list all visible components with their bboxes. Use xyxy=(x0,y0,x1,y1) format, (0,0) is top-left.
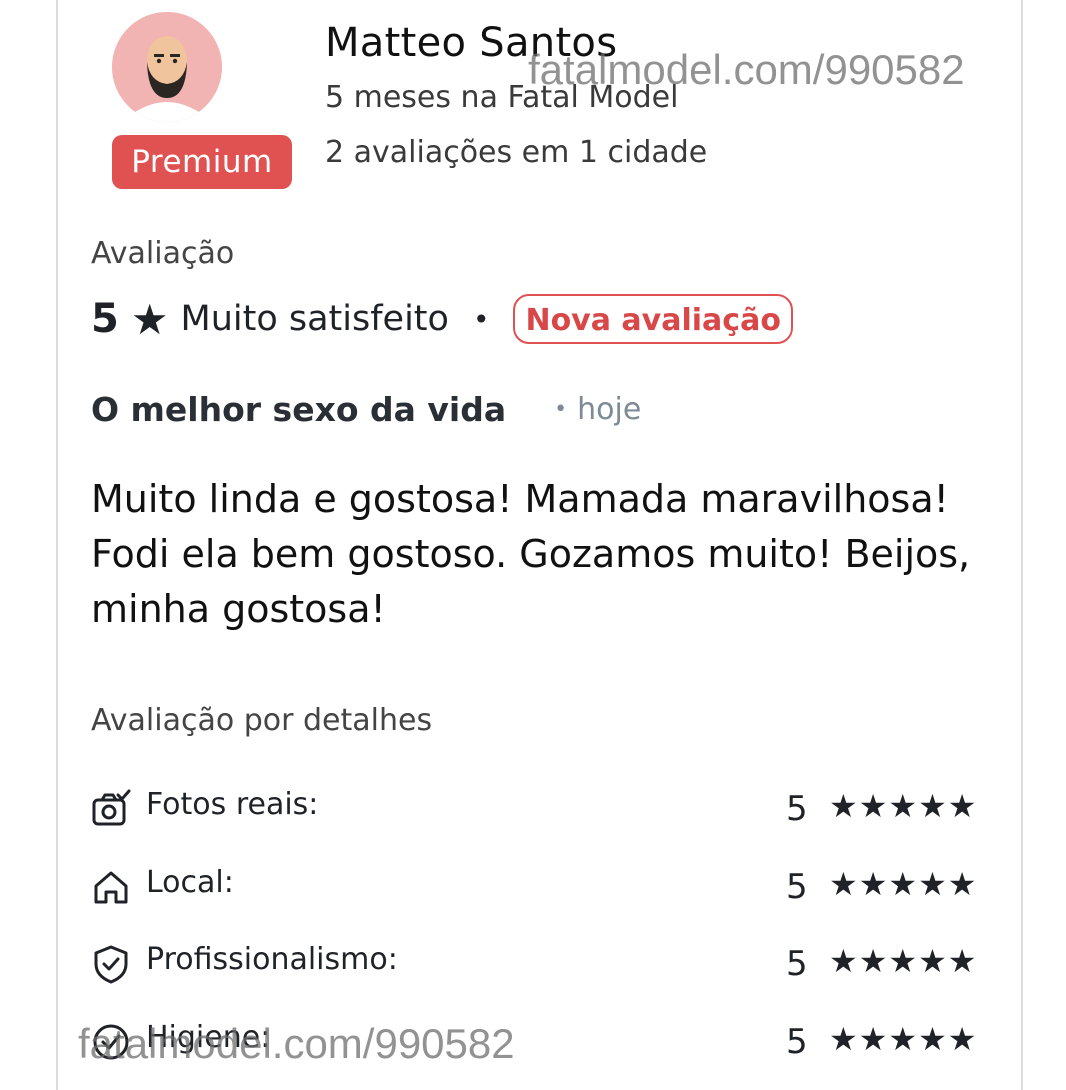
camera-check-icon xyxy=(92,789,131,826)
avatar-illustration xyxy=(112,12,222,122)
watermark-top: fatalmodel.com/990582 xyxy=(528,46,965,93)
detail-row-local: Local: 5 ★★★★★ xyxy=(91,861,991,911)
detail-score: 5 xyxy=(786,789,808,829)
detail-label: Profissionalismo: xyxy=(146,942,398,977)
review-header: O melhor sexo da vida • hoje xyxy=(91,390,641,429)
detail-stars: ★★★★★ xyxy=(829,787,978,825)
detail-row-fotos-reais: Fotos reais: 5 ★★★★★ xyxy=(91,783,991,833)
rating-section-label: Avaliação xyxy=(91,236,235,271)
avatar[interactable] xyxy=(112,12,222,122)
detail-label: Local: xyxy=(146,865,234,900)
premium-badge: Premium xyxy=(112,135,292,189)
shield-check-icon xyxy=(94,945,128,984)
review-date-separator: • xyxy=(554,397,568,422)
review-body: Muito linda e gostosa! Mamada maravilhos… xyxy=(91,477,971,631)
detail-stars: ★★★★★ xyxy=(829,942,978,980)
rating-label: Muito satisfeito xyxy=(180,299,449,339)
rating-score: 5 xyxy=(91,296,119,342)
rating-separator: • xyxy=(472,302,490,336)
reviewer-review-count: 2 avaliações em 1 cidade xyxy=(325,135,708,170)
review-date: hoje xyxy=(577,392,642,427)
review-title: O melhor sexo da vida xyxy=(91,390,507,429)
star-icon: ★ xyxy=(130,294,169,344)
detail-score: 5 xyxy=(786,867,808,907)
detail-row-profissionalismo: Profissionalismo: 5 ★★★★★ xyxy=(91,938,991,988)
detail-score: 5 xyxy=(786,944,808,984)
detail-stars: ★★★★★ xyxy=(829,865,978,903)
home-icon xyxy=(94,871,128,904)
details-section-label: Avaliação por detalhes xyxy=(91,703,433,738)
detail-label: Fotos reais: xyxy=(146,787,319,822)
watermark-bottom: fatalmodel.com/990582 xyxy=(78,1020,515,1067)
detail-score: 5 xyxy=(786,1022,808,1062)
detail-stars: ★★★★★ xyxy=(829,1020,978,1058)
new-review-badge: Nova avaliação xyxy=(513,294,793,344)
overall-rating: 5 ★ Muito satisfeito • Nova avaliação xyxy=(91,294,793,344)
